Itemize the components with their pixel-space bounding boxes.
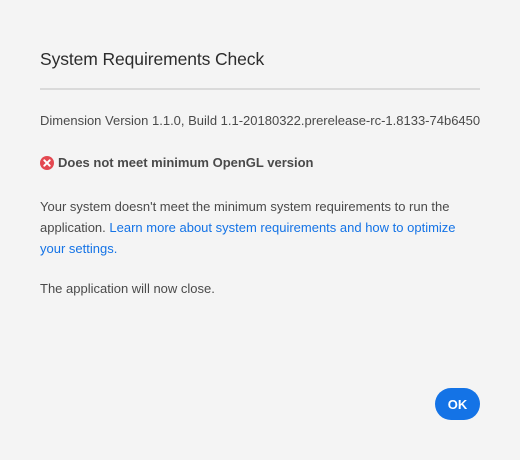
error-text: Does not meet minimum OpenGL version (58, 155, 314, 170)
requirements-message: Your system doesn't meet the minimum sys… (40, 196, 472, 259)
dialog-title: System Requirements Check (40, 49, 265, 69)
version-text: Dimension Version 1.1.0, Build 1.1-20180… (40, 113, 481, 128)
error-x-circle-icon (40, 155, 54, 170)
ok-button[interactable]: OK (435, 388, 480, 420)
error-message: Does not meet minimum OpenGL version (40, 155, 313, 170)
title-divider (40, 88, 480, 90)
close-note: The application will now close. (40, 281, 215, 296)
system-requirements-dialog: System Requirements Check Dimension Vers… (0, 0, 520, 460)
